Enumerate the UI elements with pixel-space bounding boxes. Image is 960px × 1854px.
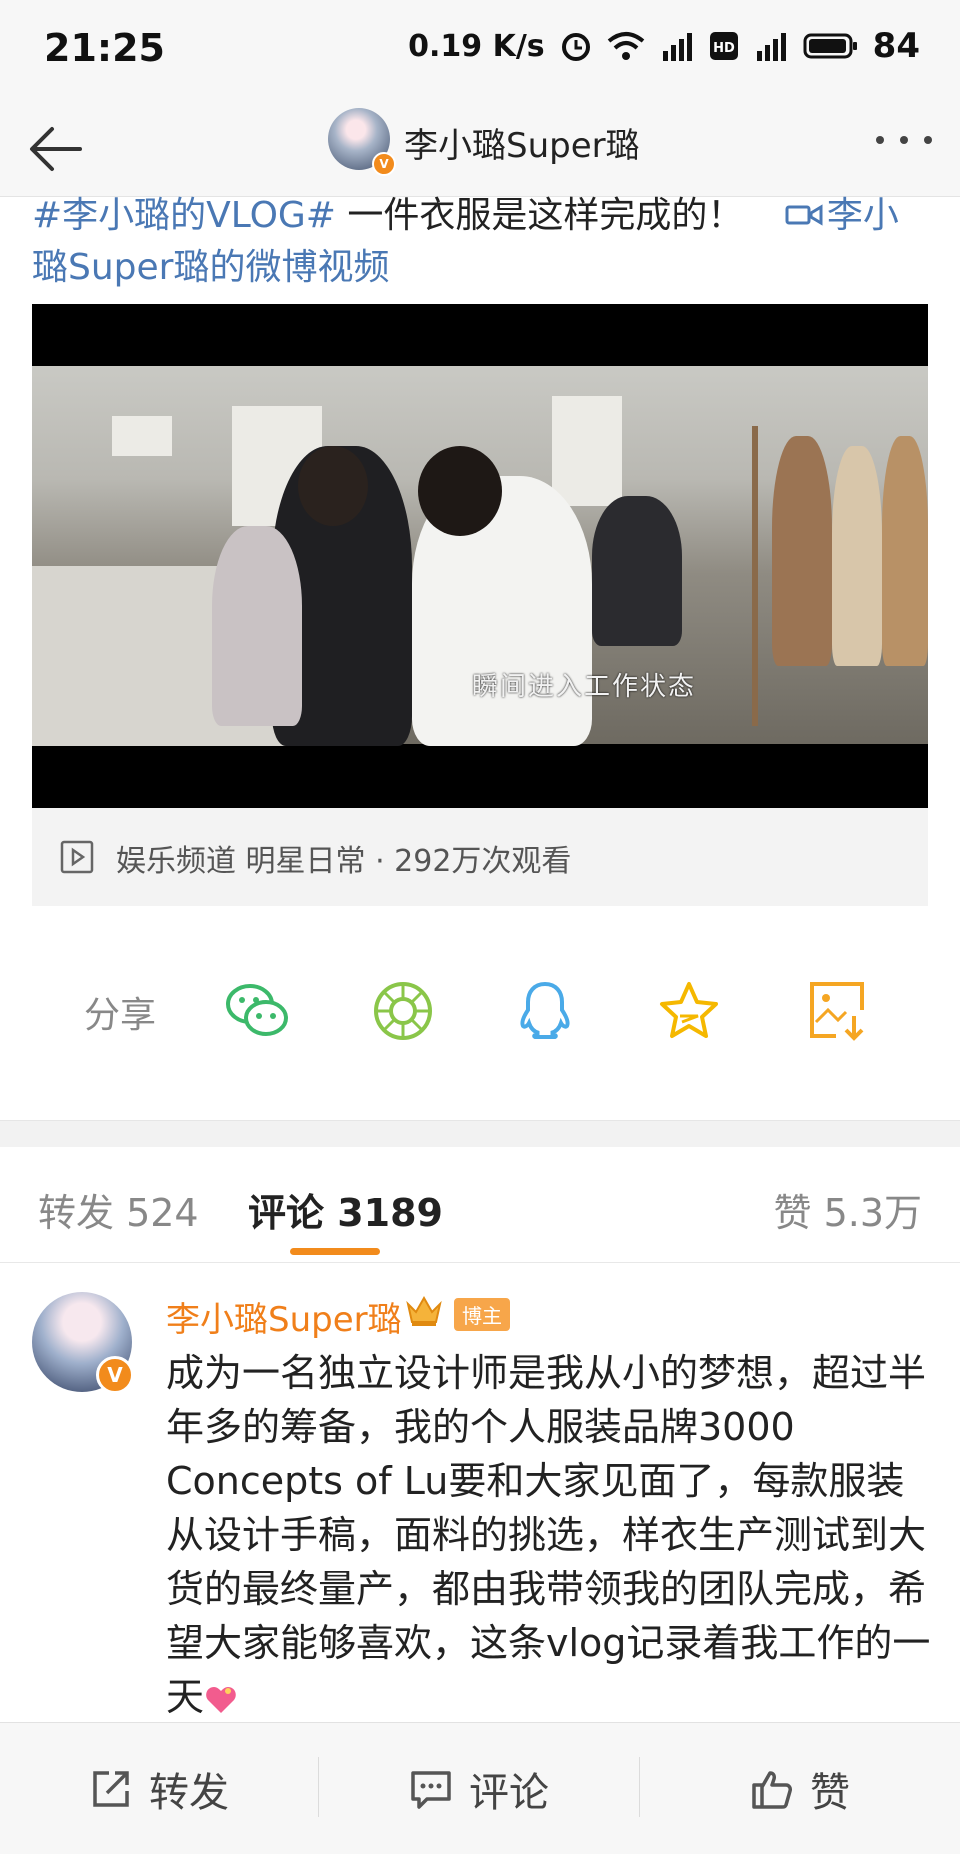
post-text: #李小璐的VLOG# 一件衣服是这样完成的！ 李小璐Super璐的微博视频 bbox=[32, 190, 912, 294]
back-arrow-icon[interactable] bbox=[24, 114, 94, 184]
nav-title[interactable]: 李小璐Super璐 bbox=[404, 118, 640, 167]
svg-text:HD: HD bbox=[713, 41, 735, 56]
video-meta[interactable]: 娱乐频道 明星日常 · 292万次观看 bbox=[32, 808, 928, 906]
video-player[interactable]: 瞬间进入工作状态 bbox=[32, 304, 928, 808]
verified-badge-icon: V bbox=[96, 1356, 134, 1394]
moments-icon[interactable] bbox=[370, 978, 436, 1044]
share-row: 分享 bbox=[0, 960, 960, 1060]
hd-icon: HD bbox=[709, 32, 738, 60]
share-label: 分享 bbox=[84, 995, 157, 1036]
comment-author[interactable]: 李小璐Super璐 bbox=[166, 1292, 402, 1341]
nav-bar: V 李小璐Super璐 bbox=[0, 100, 960, 197]
net-speed: 0.19 K/s bbox=[408, 28, 545, 64]
status-icons: 0.19 K/s HD 84 bbox=[408, 26, 920, 66]
active-tab-indicator bbox=[290, 1248, 380, 1255]
signal-4g-icon bbox=[662, 33, 692, 61]
video-caption: 瞬间进入工作状态 bbox=[472, 672, 697, 702]
wechat-icon[interactable] bbox=[224, 978, 290, 1044]
hashtag-link[interactable]: #李小璐的VLOG# bbox=[32, 195, 336, 236]
tab-comments[interactable]: 评论 3189 bbox=[248, 1182, 443, 1237]
favorite-icon[interactable] bbox=[656, 978, 722, 1044]
alarm-icon bbox=[561, 33, 590, 61]
repost-label: 转发 bbox=[149, 1769, 229, 1816]
play-icon bbox=[60, 840, 94, 874]
tab-likes[interactable]: 赞 5.3万 bbox=[773, 1182, 922, 1237]
comment-icon bbox=[411, 1770, 451, 1809]
battery-icon bbox=[803, 33, 857, 59]
comment-item: V 李小璐Super璐 博主 成为一名独立设计师是我从小的梦想，超过半年多的筹备… bbox=[0, 1262, 960, 1722]
heart-emoji-icon bbox=[206, 1686, 236, 1713]
verified-badge-icon: V bbox=[372, 152, 396, 176]
comment-text: 成为一名独立设计师是我从小的梦想，超过半年多的筹备，我的个人服装品牌3000 C… bbox=[166, 1346, 936, 1724]
like-label: 赞 bbox=[810, 1769, 850, 1816]
signal-4g-icon bbox=[756, 33, 786, 61]
post-body: 一件衣服是这样完成的！ bbox=[335, 195, 755, 236]
repost-icon bbox=[93, 1770, 129, 1807]
save-image-icon[interactable] bbox=[804, 978, 870, 1044]
wifi-icon bbox=[607, 32, 644, 60]
repost-button[interactable]: 转发 bbox=[0, 1723, 318, 1854]
owner-badge: 博主 bbox=[454, 1298, 510, 1331]
battery-level: 84 bbox=[872, 26, 920, 66]
nav-avatar[interactable]: V bbox=[328, 108, 396, 176]
video-camera-icon bbox=[785, 204, 823, 226]
qq-icon[interactable] bbox=[512, 978, 578, 1044]
like-button[interactable]: 赞 bbox=[640, 1723, 960, 1854]
video-meta-text: 娱乐频道 明星日常 · 292万次观看 bbox=[116, 844, 572, 879]
comment-label: 评论 bbox=[469, 1769, 549, 1816]
more-icon[interactable] bbox=[872, 128, 936, 152]
section-divider bbox=[0, 1120, 960, 1147]
post-tabs: 转发 524 评论 3189 赞 5.3万 bbox=[0, 1146, 960, 1263]
bottom-action-bar: 转发 评论 赞 bbox=[0, 1722, 960, 1854]
tab-repost[interactable]: 转发 524 bbox=[38, 1182, 199, 1237]
status-bar: 21:25 0.19 K/s HD 84 bbox=[0, 0, 960, 100]
comment-button[interactable]: 评论 bbox=[319, 1723, 639, 1854]
comment-body: 成为一名独立设计师是我从小的梦想，超过半年多的筹备，我的个人服装品牌3000 C… bbox=[166, 1351, 931, 1719]
status-time: 21:25 bbox=[44, 26, 165, 70]
thumbs-up-icon bbox=[752, 1770, 792, 1809]
crown-icon bbox=[406, 1295, 442, 1326]
